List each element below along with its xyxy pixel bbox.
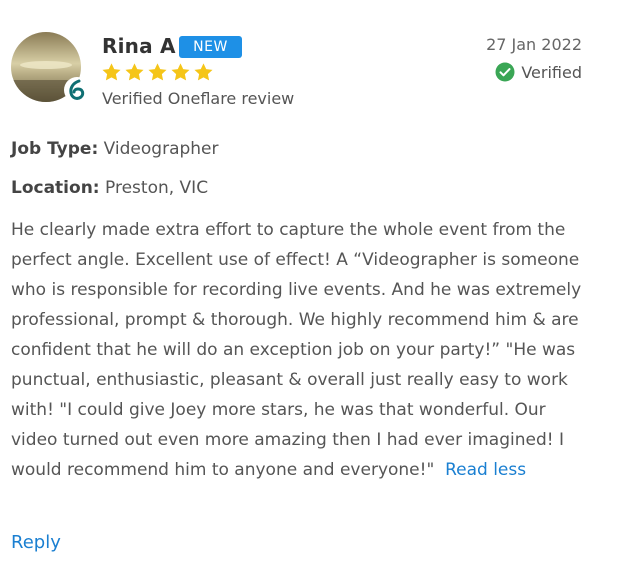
job-type: Job Type: Videographer xyxy=(11,139,219,159)
star-rating xyxy=(101,62,214,84)
verified-label: Verified xyxy=(521,62,582,82)
star-icon xyxy=(148,63,167,81)
star-icon xyxy=(125,63,144,81)
location-value: Preston, VIC xyxy=(105,178,209,198)
avatar xyxy=(11,32,90,103)
verified-status: Verified xyxy=(495,62,582,82)
review-body: He clearly made extra effort to capture … xyxy=(11,220,582,480)
new-badge: NEW xyxy=(179,36,242,58)
read-less-link[interactable]: Read less xyxy=(445,460,526,480)
reply-link[interactable]: Reply xyxy=(11,532,61,553)
star-icon xyxy=(194,63,213,81)
review-card: Rina A NEW Verified Oneflare review 27 J… xyxy=(0,0,626,581)
review-text: He clearly made extra effort to capture … xyxy=(11,215,596,485)
check-circle-icon xyxy=(495,62,515,82)
job-type-value: Videographer xyxy=(103,139,219,159)
review-source: Verified Oneflare review xyxy=(102,89,295,108)
oneflare-logo-icon xyxy=(63,76,91,104)
review-date: 27 Jan 2022 xyxy=(486,35,582,54)
location: Location: Preston, VIC xyxy=(11,178,208,198)
location-label: Location: xyxy=(11,178,100,198)
reviewer-name: Rina A xyxy=(102,34,176,58)
job-type-label: Job Type: xyxy=(11,139,99,159)
star-icon xyxy=(171,63,190,81)
star-icon xyxy=(102,63,121,81)
